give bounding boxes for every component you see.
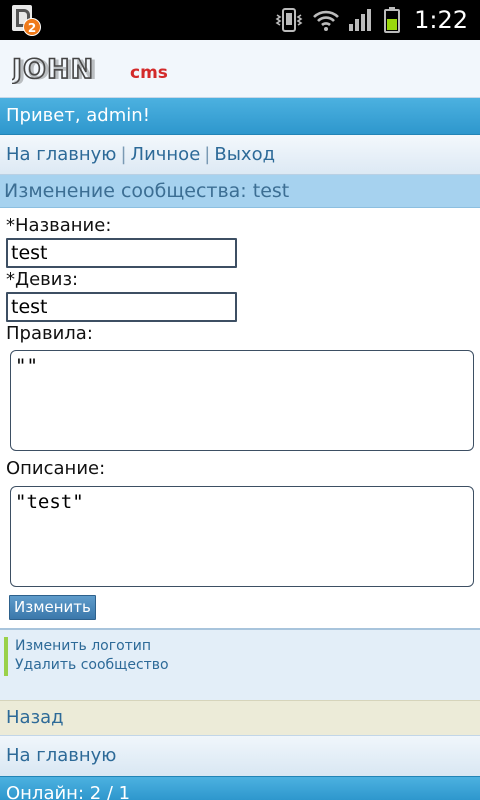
nav-personal-link[interactable]: Личное <box>131 144 201 165</box>
notification-badge: 2 <box>23 18 41 36</box>
clock: 1:22 <box>414 6 468 34</box>
battery-icon <box>384 7 401 33</box>
description-textarea[interactable]: "test" <box>10 486 474 587</box>
motto-input[interactable] <box>6 292 237 322</box>
home-link[interactable]: На главную <box>0 735 480 776</box>
rules-label: Правила: <box>6 323 93 344</box>
delete-community-link[interactable]: Удалить сообщество <box>15 657 169 673</box>
site-header: JOHN JOHN cms <box>0 40 480 98</box>
nav-home-link[interactable]: На главную <box>6 144 116 165</box>
svg-text:JOHN: JOHN <box>14 55 98 84</box>
greeting-user: admin <box>86 105 143 126</box>
logo-sub-text: cms <box>130 63 168 83</box>
status-bar: 2 1:22 <box>0 0 480 40</box>
menu-accent-bar <box>4 637 8 676</box>
page-title: Изменение сообщества: test <box>0 175 480 208</box>
back-link[interactable]: Назад <box>0 700 480 735</box>
greeting-suffix: ! <box>142 105 150 126</box>
submit-button[interactable]: Изменить <box>9 595 96 620</box>
edit-community-form: *Название: *Девиз: Правила: "" Описание:… <box>0 208 480 628</box>
nav-separator: | <box>204 144 211 165</box>
description-label: Описание: <box>6 458 106 479</box>
top-nav: На главную | Личное | Выход <box>0 135 480 175</box>
rules-textarea[interactable]: "" <box>10 350 474 451</box>
online-counter: Онлайн: 2 / 1 <box>0 776 480 800</box>
notification-icon[interactable]: 2 <box>10 5 41 36</box>
greeting-prefix: Привет, <box>6 105 87 126</box>
greeting-bar: Привет, admin! <box>0 98 480 135</box>
motto-label: *Девиз: <box>6 269 79 290</box>
signal-icon <box>348 8 374 32</box>
site-logo[interactable]: JOHN JOHN cms <box>9 53 202 88</box>
nav-logout-link[interactable]: Выход <box>214 144 275 165</box>
wifi-icon <box>312 8 340 32</box>
change-logo-link[interactable]: Изменить логотип <box>15 638 151 654</box>
name-input[interactable] <box>6 238 237 268</box>
nav-separator: | <box>120 144 127 165</box>
vibrate-icon <box>274 7 304 33</box>
actions-menu: Изменить логотип Удалить сообщество <box>0 630 480 700</box>
name-label: *Название: <box>6 215 112 236</box>
